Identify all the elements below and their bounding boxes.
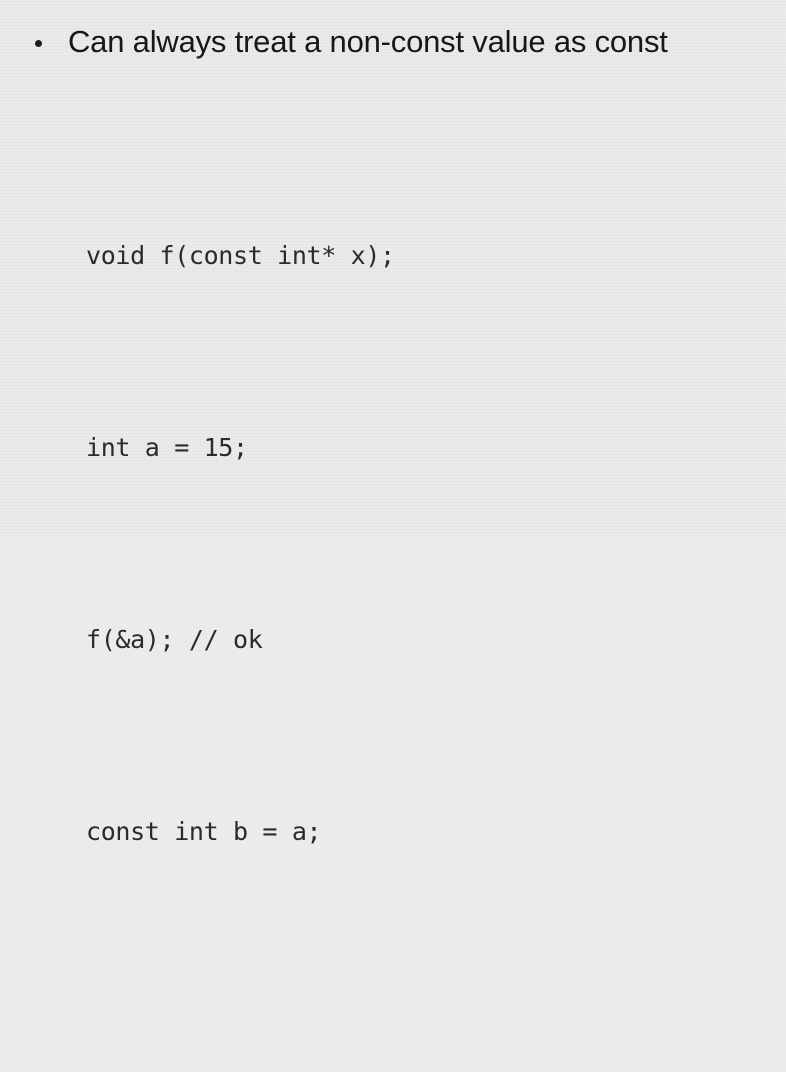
bullet-heading: Can always treat a non-const value as co… [28,22,776,62]
code-line: void f(const int* x); [86,241,395,270]
bullet-dot-icon [35,40,42,47]
code-line: int a = 15; [86,433,248,462]
code-block: void f(const int* x); int a = 15; f(&a);… [86,96,395,1072]
code-line: f(&a); // ok [86,625,263,654]
code-line: const int b = a; [86,817,322,846]
slide-canvas: Can always treat a non-const value as co… [0,0,786,846]
page-title: Can always treat a non-const value as co… [68,24,668,59]
